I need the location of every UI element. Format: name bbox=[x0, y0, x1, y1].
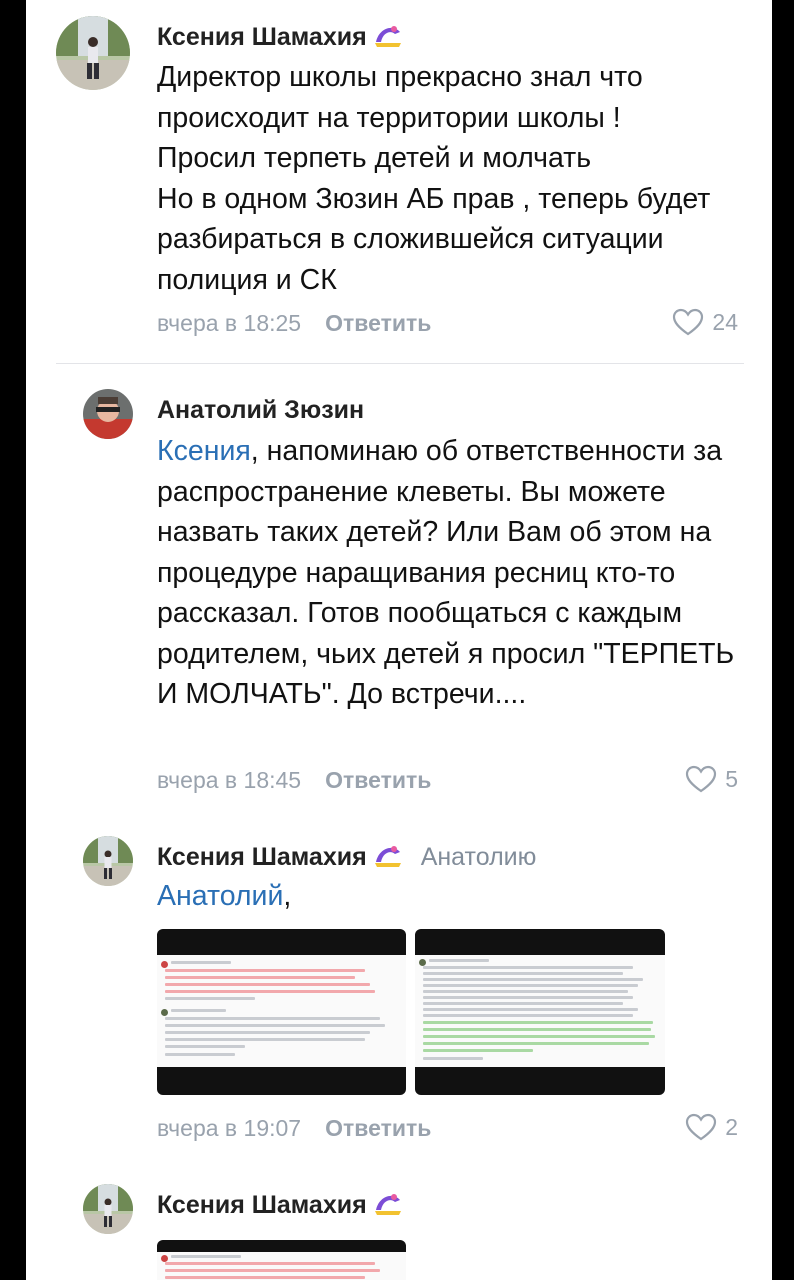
like-count: 24 bbox=[712, 308, 738, 335]
heart-outline-icon bbox=[673, 308, 704, 336]
reply-to-label[interactable]: Анатолию bbox=[421, 843, 537, 871]
like-count: 5 bbox=[725, 765, 738, 792]
comment-time: вчера в 18:25 bbox=[157, 310, 302, 336]
comment-text: Директор школы прекрасно знал что происх… bbox=[157, 61, 711, 296]
avatar[interactable] bbox=[83, 389, 133, 439]
avatar[interactable] bbox=[56, 16, 130, 90]
author-name[interactable]: Ксения Шамахия bbox=[157, 23, 367, 51]
like-button[interactable]: 2 bbox=[685, 1113, 738, 1141]
comment-time: вчера в 19:07 bbox=[157, 1115, 302, 1141]
heart-outline-icon bbox=[686, 1113, 717, 1141]
comment-author[interactable]: Ксения Шамахия Анатолию bbox=[157, 842, 536, 875]
avatar[interactable] bbox=[83, 1184, 133, 1234]
like-button[interactable]: 5 bbox=[685, 765, 738, 793]
like-count: 2 bbox=[725, 1113, 738, 1140]
mention-link[interactable]: Анатолий bbox=[157, 880, 283, 912]
comments-panel: Ксения Шамахия Директор школы прекрасно … bbox=[26, 0, 772, 1280]
comment-meta: вчера в 18:45 Ответить bbox=[157, 767, 431, 794]
comment-text: Анатолий, bbox=[157, 876, 737, 917]
reply-button[interactable]: Ответить bbox=[325, 767, 431, 793]
author-name[interactable]: Анатолий Зюзин bbox=[157, 396, 364, 424]
heart-outline-icon bbox=[686, 765, 717, 793]
comment-author[interactable]: Ксения Шамахия bbox=[157, 1190, 403, 1223]
emoji-badge-icon bbox=[373, 842, 403, 875]
comment-author[interactable]: Анатолий Зюзин bbox=[157, 396, 364, 425]
attachment-image[interactable] bbox=[415, 929, 665, 1095]
attachment-image[interactable] bbox=[157, 929, 406, 1095]
comment-meta: вчера в 19:07 Ответить bbox=[157, 1115, 431, 1142]
mention-link[interactable]: Ксения bbox=[157, 435, 251, 467]
comment-body-text: , bbox=[283, 880, 292, 912]
author-name[interactable]: Ксения Шамахия bbox=[157, 843, 367, 871]
screenshot-thumbnail bbox=[415, 955, 665, 1067]
comment-author[interactable]: Ксения Шамахия bbox=[157, 22, 403, 55]
author-name[interactable]: Ксения Шамахия bbox=[157, 1191, 367, 1219]
comment-text: Ксения, напоминаю об ответственности за … bbox=[157, 431, 737, 715]
emoji-badge-icon bbox=[373, 1190, 403, 1223]
attachment-image[interactable] bbox=[157, 1240, 406, 1280]
comment-meta: вчера в 18:25 Ответить bbox=[157, 310, 431, 337]
reply-button[interactable]: Ответить bbox=[325, 1115, 431, 1141]
emoji-badge-icon bbox=[373, 22, 403, 55]
screenshot-thumbnail bbox=[157, 1252, 406, 1280]
like-button[interactable]: 24 bbox=[672, 308, 738, 336]
avatar[interactable] bbox=[83, 836, 133, 886]
reply-button[interactable]: Ответить bbox=[325, 310, 431, 336]
comment-time: вчера в 18:45 bbox=[157, 767, 302, 793]
screenshot-thumbnail bbox=[157, 955, 406, 1067]
comment-body-text: , напоминаю об ответственности за распро… bbox=[157, 435, 735, 710]
divider bbox=[56, 363, 744, 364]
